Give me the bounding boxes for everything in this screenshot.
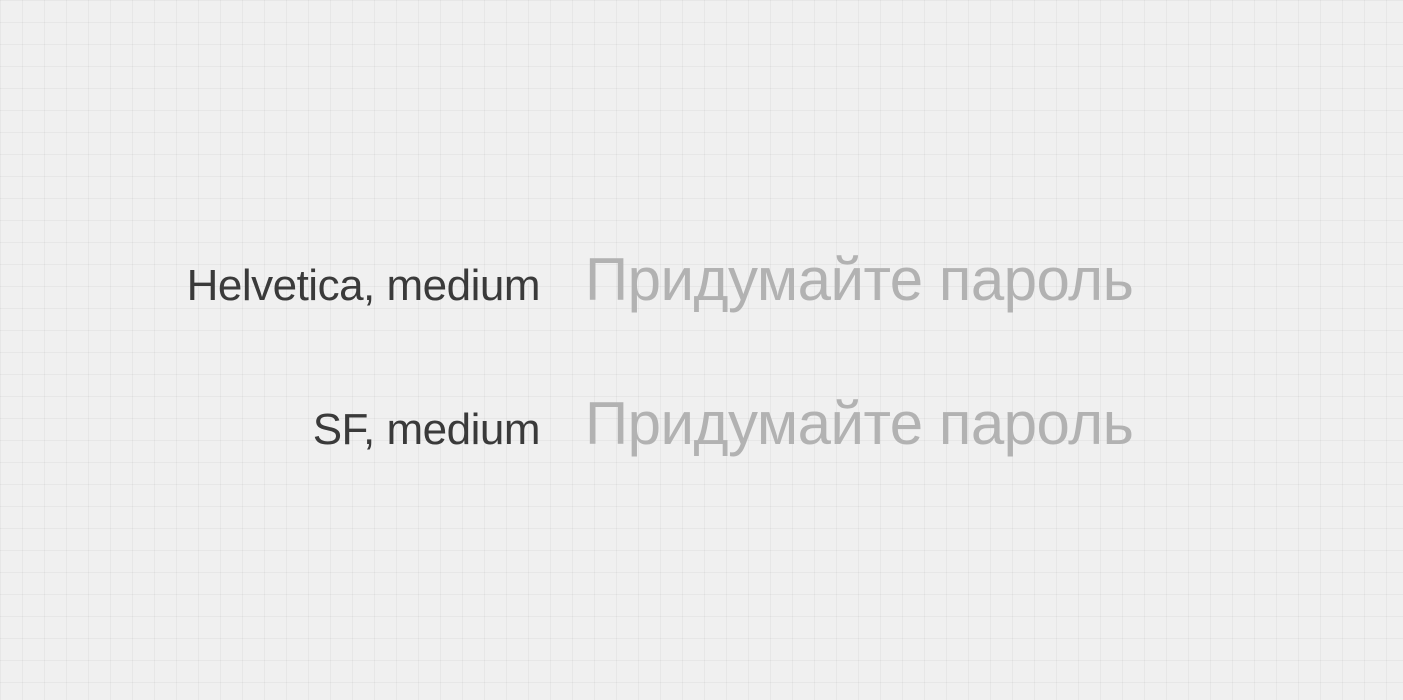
font-sample-helvetica: Придумайте пароль [585,245,1133,314]
font-row-helvetica: Helvetica, medium Придумайте пароль [0,245,1403,314]
font-label-helvetica: Helvetica, medium [0,261,540,311]
font-comparison-container: Helvetica, medium Придумайте пароль SF, … [0,245,1403,458]
font-label-sf: SF, medium [0,405,540,455]
font-row-sf: SF, medium Придумайте пароль [0,389,1403,458]
font-sample-sf: Придумайте пароль [585,389,1133,458]
